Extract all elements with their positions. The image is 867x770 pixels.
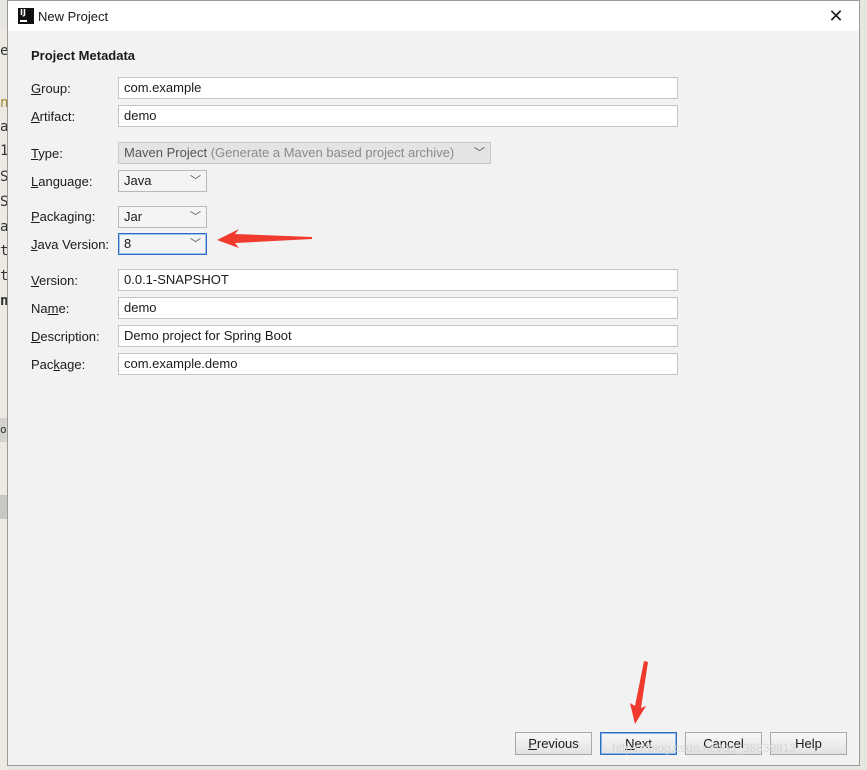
language-value: Java <box>124 173 152 188</box>
packaging-value: Jar <box>124 209 143 224</box>
label-text: anguage: <box>38 174 93 189</box>
language-label: Language: <box>31 174 92 189</box>
artifact-label: Artifact: <box>31 109 75 124</box>
name-label: Name: <box>31 301 69 316</box>
close-icon: ✕ <box>828 6 844 26</box>
label-text: ype: <box>38 146 63 161</box>
label-text: age: <box>59 357 86 372</box>
group-input[interactable]: com.example <box>118 77 678 99</box>
section-title: Project Metadata <box>31 48 136 63</box>
label-text: roup: <box>41 81 71 96</box>
packaging-label: Packaging: <box>31 209 95 224</box>
language-select[interactable]: Java ﹀ <box>118 170 207 192</box>
version-label: Version: <box>31 273 78 288</box>
annotation-arrow-icon <box>630 661 648 724</box>
title-bar: IJ New Project ✕ <box>8 1 859 31</box>
close-button[interactable]: ✕ <box>813 1 859 31</box>
label-text: escription: <box>40 329 100 344</box>
type-hint: (Generate a Maven based project archive) <box>210 145 455 160</box>
mnemonic-key: m <box>47 301 59 316</box>
java-version-select[interactable]: 8 ﹀ <box>118 233 207 255</box>
type-value: Maven Project <box>124 145 208 160</box>
java-version-value: 8 <box>124 236 132 251</box>
version-input[interactable]: 0.0.1-SNAPSHOT <box>118 269 678 291</box>
description-input[interactable]: Demo project for Spring Boot <box>118 325 678 347</box>
package-input[interactable]: com.example.demo <box>118 353 678 375</box>
label-text: e: <box>58 301 70 316</box>
annotation-arrow-icon <box>217 229 312 248</box>
label-text: rtifact: <box>39 109 76 124</box>
java-version-label: Java Version: <box>31 237 109 252</box>
chevron-down-icon: ﹀ <box>190 238 201 250</box>
dialog-title: New Project <box>38 9 109 24</box>
new-project-dialog: IJ New Project ✕ Project Metadata Group:… <box>7 0 860 766</box>
type-select[interactable]: Maven Project (Generate a Maven based pr… <box>118 142 491 164</box>
mnemonic-key: D <box>31 329 41 344</box>
chevron-down-icon: ﹀ <box>474 147 485 159</box>
artifact-input[interactable]: demo <box>118 105 678 127</box>
previous-button[interactable]: Previous <box>515 732 592 755</box>
chevron-down-icon: ﹀ <box>190 175 201 187</box>
label-text: Na <box>31 301 48 316</box>
label-text: ersion: <box>38 273 78 288</box>
package-label: Package: <box>31 357 85 372</box>
mnemonic-key: V <box>31 273 39 288</box>
mnemonic-key: P <box>528 736 537 751</box>
intellij-idea-icon: IJ <box>18 8 34 24</box>
mnemonic-key: A <box>31 109 40 124</box>
label-text: ackaging: <box>39 209 96 224</box>
type-label: Type: <box>31 146 63 161</box>
button-text: revious <box>536 736 579 751</box>
label-text: Pac <box>31 357 54 372</box>
watermark: https://blog.csdn.net/qq_38839813 <box>612 741 797 755</box>
mnemonic-key: P <box>31 209 40 224</box>
mnemonic-key: G <box>31 81 42 96</box>
label-text: ava Version: <box>37 237 110 252</box>
name-input[interactable]: demo <box>118 297 678 319</box>
group-label: Group: <box>31 81 71 96</box>
chevron-down-icon: ﹀ <box>190 211 201 223</box>
description-label: Description: <box>31 329 100 344</box>
packaging-select[interactable]: Jar ﹀ <box>118 206 207 228</box>
